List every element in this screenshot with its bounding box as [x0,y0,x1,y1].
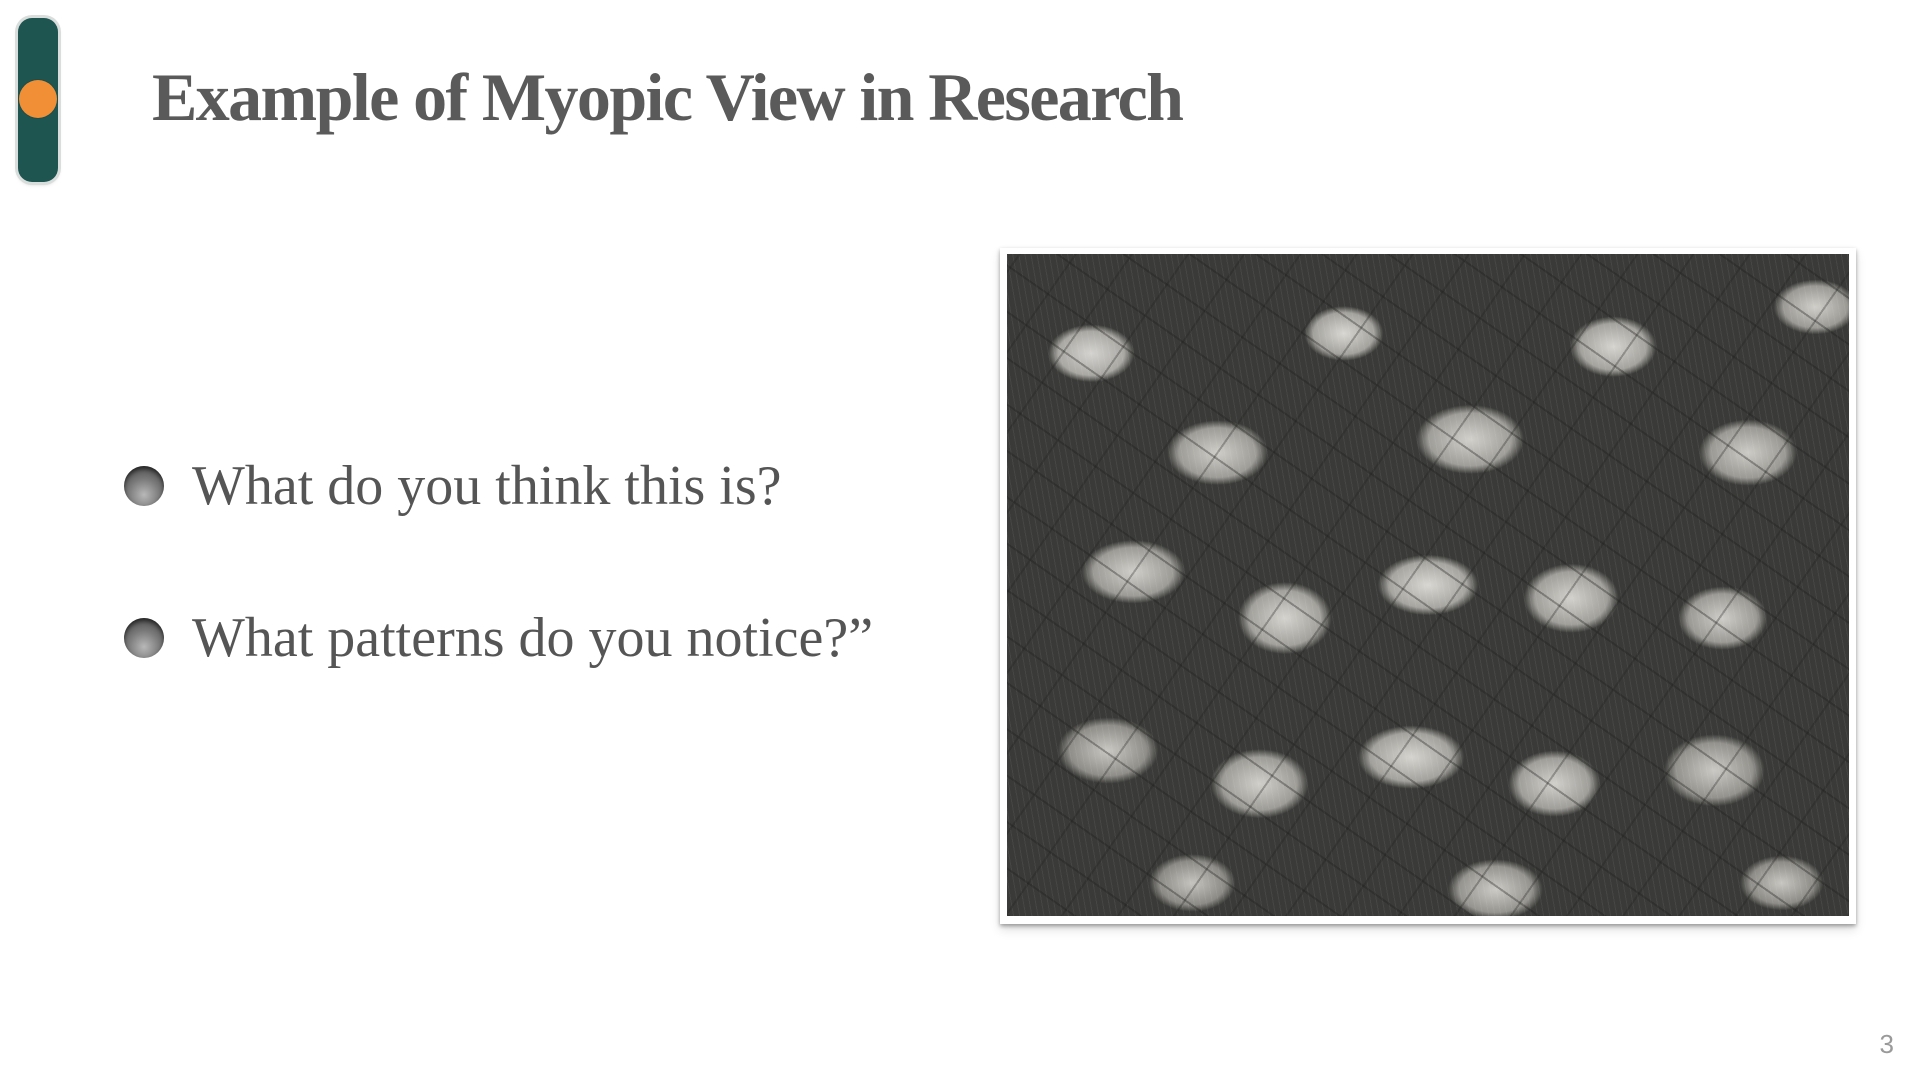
texture-photo-icon [1007,254,1849,916]
bullet-text: What patterns do you notice?” [192,607,874,669]
bullet-item: What patterns do you notice?” [124,602,873,674]
bullet-dot-icon [124,618,164,658]
bullet-text: What do you think this is? [192,455,782,517]
bullet-list: What do you think this is? What patterns… [124,450,873,754]
slide: Example of Myopic View in Research What … [0,0,1920,1080]
photo-frame [1000,248,1856,924]
side-dot-icon [19,80,57,118]
page-number: 3 [1879,1029,1894,1059]
bullet-dot-icon [124,466,164,506]
slide-title: Example of Myopic View in Research [152,59,1184,135]
bullet-item: What do you think this is? [124,450,873,522]
